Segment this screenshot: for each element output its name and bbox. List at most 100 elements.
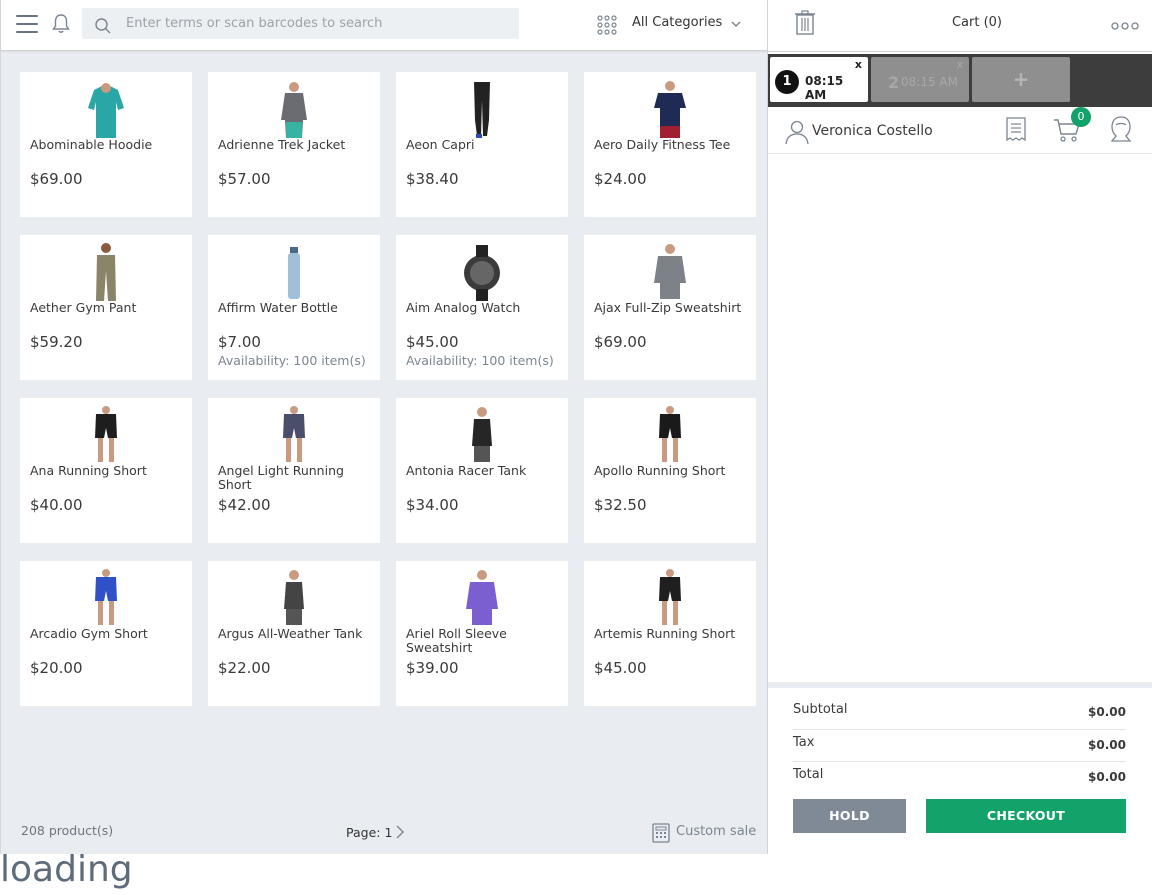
product-price: $20.00 xyxy=(30,659,83,677)
product-name: Antonia Racer Tank xyxy=(406,463,527,478)
product-name: Angel Light Running Short xyxy=(218,463,344,492)
product-price: $69.00 xyxy=(30,170,83,188)
page-indicator: Page: 1 xyxy=(346,825,393,840)
hamburger-menu-icon[interactable] xyxy=(16,15,38,33)
tank-thumbnail xyxy=(472,407,492,462)
tank-thumbnail xyxy=(284,570,304,625)
totals-label: Subtotal xyxy=(793,702,848,717)
add-order-tab-button[interactable]: + xyxy=(972,57,1070,102)
product-name: Aeon Capri xyxy=(406,137,475,152)
totals-row: Total $0.00 xyxy=(793,762,1126,795)
totals-value: $0.00 xyxy=(1088,705,1126,719)
short-thumbnail xyxy=(659,569,681,625)
product-name: Affirm Water Bottle xyxy=(218,300,338,315)
cart-items-area xyxy=(768,154,1152,682)
product-price: $45.00 xyxy=(406,333,459,351)
product-card[interactable]: Arcadio Gym Short $20.00 xyxy=(20,561,192,706)
product-availability: Availability: 100 item(s) xyxy=(218,353,366,368)
plus-icon: + xyxy=(1012,67,1030,91)
totals-row: Subtotal $0.00 xyxy=(793,697,1126,730)
close-tab-button[interactable]: x xyxy=(956,58,963,71)
jacket-thumbnail xyxy=(281,82,307,138)
bottle-thumbnail xyxy=(288,247,300,299)
totals-value: $0.00 xyxy=(1088,737,1126,752)
totals-label: Tax xyxy=(793,734,815,750)
close-tab-button[interactable]: x xyxy=(855,58,862,71)
hold-button[interactable]: HOLD xyxy=(793,799,906,833)
sweatshirt-thumbnail xyxy=(654,244,686,299)
product-price: $32.50 xyxy=(594,496,647,514)
hoodie-thumbnail xyxy=(88,83,124,138)
product-name: Ajax Full-Zip Sweatshirt xyxy=(594,300,742,315)
divider xyxy=(768,682,1152,688)
sweatshirt-thumbnail xyxy=(466,570,498,625)
user-profile-icon[interactable] xyxy=(1108,115,1134,143)
product-price: $38.40 xyxy=(406,170,459,188)
more-options-icon[interactable] xyxy=(1111,21,1139,31)
product-card[interactable]: Aero Daily Fitness Tee $24.00 xyxy=(584,72,756,217)
product-card[interactable]: Ajax Full-Zip Sweatshirt $69.00 xyxy=(584,235,756,380)
search-input[interactable] xyxy=(126,8,506,39)
order-tab-number: 1 xyxy=(775,70,799,94)
product-card[interactable]: Angel Light Running Short $42.00 xyxy=(208,398,380,543)
product-price: $59.20 xyxy=(30,333,83,351)
product-name: Abominable Hoodie xyxy=(30,137,153,152)
pant-thumbnail xyxy=(96,243,116,301)
product-card[interactable]: Abominable Hoodie $69.00 xyxy=(20,72,192,217)
product-availability: Availability: 100 item(s) xyxy=(406,353,554,368)
product-name: Apollo Running Short xyxy=(594,463,726,478)
customer-icon[interactable] xyxy=(784,119,810,145)
product-card[interactable]: Affirm Water Bottle $7.00 Availability: 10… xyxy=(208,235,380,380)
product-name: Artemis Running Short xyxy=(594,626,736,641)
product-price: $69.00 xyxy=(594,333,647,351)
order-tab-2[interactable]: 2 08:15 AM x xyxy=(871,57,969,102)
product-card[interactable]: Ana Running Short $40.00 xyxy=(20,398,192,543)
cart-header: Cart (0) xyxy=(768,0,1152,52)
checkout-button[interactable]: CHECKOUT xyxy=(926,799,1126,833)
totals-row: Tax $0.00 xyxy=(793,730,1126,762)
totals-label: Total xyxy=(793,767,824,782)
custom-sale-label: Custom sale xyxy=(676,824,757,839)
product-price: $39.00 xyxy=(406,659,459,677)
search-box xyxy=(82,8,519,39)
chevron-down-icon[interactable] xyxy=(730,18,742,30)
product-price: $45.00 xyxy=(594,659,647,677)
product-name: Ariel Roll Sleeve Sweatshirt xyxy=(406,626,507,655)
product-card[interactable]: Aeon Capri $38.40 xyxy=(396,72,568,217)
product-card[interactable]: Ariel Roll Sleeve Sweatshirt $39.00 xyxy=(396,561,568,706)
top-bar: All Categories xyxy=(1,0,768,51)
next-page-icon[interactable] xyxy=(394,825,406,839)
product-price: $40.00 xyxy=(30,496,83,514)
product-card[interactable]: Antonia Racer Tank $34.00 xyxy=(396,398,568,543)
category-grid-icon[interactable] xyxy=(597,15,617,35)
watch-thumbnail xyxy=(464,245,500,301)
cart-title: Cart (0) xyxy=(951,15,1003,30)
order-totals: Subtotal $0.00 Tax $0.00 Total $0.00 xyxy=(793,697,1126,795)
product-name: Aether Gym Pant xyxy=(30,300,137,315)
customer-row: Veronica Costello 0 xyxy=(768,107,1152,154)
short-thumbnail xyxy=(95,406,117,462)
product-card[interactable]: Argus All-Weather Tank $22.00 xyxy=(208,561,380,706)
product-card[interactable]: Aim Analog Watch $45.00 Availability: 100 … xyxy=(396,235,568,380)
product-card[interactable]: Aether Gym Pant $59.20 xyxy=(20,235,192,380)
product-name: Adrienne Trek Jacket xyxy=(218,137,346,152)
category-select[interactable]: All Categories xyxy=(632,15,722,30)
catalog-footer: 208 product(s) Page: 1 Custom sale xyxy=(1,812,768,854)
product-card[interactable]: Adrienne Trek Jacket $57.00 xyxy=(208,72,380,217)
short-thumbnail xyxy=(95,569,117,625)
product-card[interactable]: Apollo Running Short $32.50 xyxy=(584,398,756,543)
short-thumbnail xyxy=(283,406,305,462)
order-tab-1[interactable]: 1 08:15 AM x xyxy=(770,57,868,102)
notification-bell-icon[interactable] xyxy=(49,12,73,36)
order-tab-time: 08:15 AM xyxy=(901,75,958,89)
order-note-icon[interactable] xyxy=(1005,117,1027,141)
loading-status: loading xyxy=(0,849,133,890)
customer-name[interactable]: Veronica Costello xyxy=(812,123,933,139)
product-price: $42.00 xyxy=(218,496,271,514)
product-card[interactable]: Artemis Running Short $45.00 xyxy=(584,561,756,706)
product-name: Aero Daily Fitness Tee xyxy=(594,137,731,152)
cart-panel: Cart (0) 1 08:15 AM x 2 08:15 AM x + Ver… xyxy=(767,0,1152,854)
product-count: 208 product(s) xyxy=(21,823,114,838)
tee-thumbnail xyxy=(654,81,686,138)
product-name: Arcadio Gym Short xyxy=(30,626,148,641)
